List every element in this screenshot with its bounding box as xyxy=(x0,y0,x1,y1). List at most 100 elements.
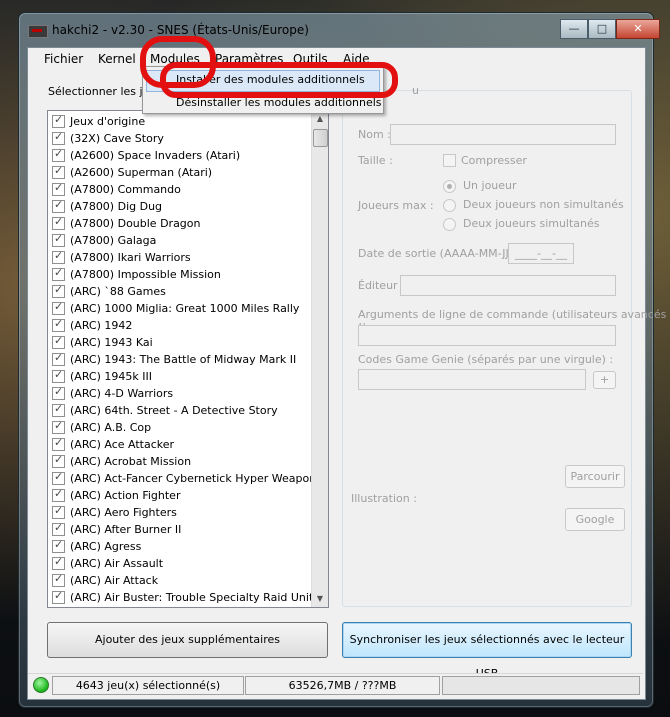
list-item[interactable]: (ARC) After Burner II xyxy=(52,521,181,538)
checkbox[interactable] xyxy=(52,453,65,468)
checkbox[interactable] xyxy=(52,334,65,349)
compress-label: Compresser xyxy=(461,154,527,167)
radio-two-players-sim[interactable] xyxy=(443,218,456,231)
list-item[interactable]: (ARC) Aero Fighters xyxy=(52,504,177,521)
checkbox[interactable] xyxy=(52,181,65,196)
list-scrollbar[interactable]: ▲ ▼ xyxy=(311,111,328,607)
radio-two-players-alt[interactable] xyxy=(443,199,456,212)
size-usage: 63526,7MB / ???MB xyxy=(245,676,440,695)
maximize-button[interactable]: □ xyxy=(588,19,616,39)
list-item[interactable]: (ARC) 1945k III xyxy=(52,368,152,385)
checkbox[interactable] xyxy=(52,113,65,128)
checkbox[interactable] xyxy=(52,521,65,536)
window-title: hakchi2 - v2.30 - SNES (États-Unis/Europ… xyxy=(52,23,309,37)
checkbox[interactable] xyxy=(52,504,65,519)
release-date-field[interactable]: ____-__-__ xyxy=(508,243,574,264)
list-item[interactable]: (ARC) Act-Fancer Cybernetick Hyper Weapo… xyxy=(52,470,316,487)
menu-kernel[interactable]: Kernel xyxy=(98,52,136,66)
genie-add-button[interactable]: + xyxy=(593,371,616,389)
scroll-thumb[interactable] xyxy=(313,129,328,147)
radio-one-player[interactable] xyxy=(443,180,456,193)
genie-label: Codes Game Genie (séparés par une virgul… xyxy=(358,353,614,366)
menu-fichier[interactable]: Fichier xyxy=(44,52,83,66)
checkbox[interactable] xyxy=(52,232,65,247)
radio-two-players-alt-label: Deux joueurs non simultanés xyxy=(463,198,624,211)
list-item[interactable]: (ARC) Air Buster: Trouble Specialty Raid… xyxy=(52,589,313,606)
checkbox[interactable] xyxy=(52,487,65,502)
publisher-label: Éditeur : xyxy=(358,279,405,292)
scroll-down-icon[interactable]: ▼ xyxy=(312,591,328,607)
checkbox[interactable] xyxy=(52,266,65,281)
name-label: Nom : xyxy=(358,128,391,141)
browse-button[interactable]: Parcourir xyxy=(565,465,625,488)
window-controls: — □ ✕ xyxy=(560,19,660,39)
checkbox[interactable] xyxy=(52,402,65,417)
name-field[interactable] xyxy=(390,124,616,145)
list-item[interactable]: (ARC) Air Attack xyxy=(52,572,158,589)
list-item[interactable]: (ARC) Air Assault xyxy=(52,555,163,572)
checkbox[interactable] xyxy=(52,147,65,162)
list-item[interactable]: (A7800) Commando xyxy=(52,181,181,198)
checkbox[interactable] xyxy=(52,572,65,587)
list-item[interactable]: (ARC) 1000 Miglia: Great 1000 Miles Rall… xyxy=(52,300,299,317)
list-item[interactable]: (ARC) 1943 Kai xyxy=(52,334,153,351)
list-item[interactable]: (ARC) Acrobat Mission xyxy=(52,453,191,470)
list-item[interactable]: (A2600) Space Invaders (Atari) xyxy=(52,147,240,164)
checkbox[interactable] xyxy=(52,470,65,485)
compress-checkbox[interactable] xyxy=(443,154,456,167)
list-item[interactable]: (A7800) Ikari Warriors xyxy=(52,249,191,266)
list-item[interactable]: (ARC) 1942 xyxy=(52,317,132,334)
checkbox[interactable] xyxy=(52,419,65,434)
checkbox[interactable] xyxy=(52,130,65,145)
selected-count: 4643 jeu(x) sélectionné(s) xyxy=(52,676,244,695)
list-item[interactable]: (A7800) Double Dragon xyxy=(52,215,201,232)
close-button[interactable]: ✕ xyxy=(616,19,660,39)
radio-two-players-sim-label: Deux joueurs simultanés xyxy=(463,217,600,230)
checkbox[interactable] xyxy=(52,436,65,451)
games-list-label: Sélectionner les jeu xyxy=(48,85,157,98)
progress-bar xyxy=(442,676,640,695)
minimize-button[interactable]: — xyxy=(560,19,588,39)
list-item[interactable]: (ARC) Agress xyxy=(52,538,141,555)
args-field[interactable] xyxy=(358,325,616,346)
list-item[interactable]: (ARC) 1943: The Battle of Midway Mark II xyxy=(52,351,296,368)
add-games-button[interactable]: Ajouter des jeux supplémentaires xyxy=(47,622,328,658)
list-item[interactable]: (32X) Cave Story xyxy=(52,130,164,147)
genie-field[interactable] xyxy=(358,369,586,390)
players-label: Joueurs max : xyxy=(358,199,434,212)
checkbox[interactable] xyxy=(52,538,65,553)
list-item[interactable]: (ARC) A.B. Cop xyxy=(52,419,151,436)
publisher-field[interactable] xyxy=(400,275,616,296)
checkbox[interactable] xyxy=(52,283,65,298)
checkbox[interactable] xyxy=(52,249,65,264)
list-item[interactable]: (A2600) Superman (Atari) xyxy=(52,164,212,181)
list-item[interactable]: (ARC) Ace Attacker xyxy=(52,436,174,453)
app-icon xyxy=(28,25,48,38)
list-item[interactable]: Jeux d'origine xyxy=(52,113,145,130)
checkbox[interactable] xyxy=(52,198,65,213)
checkbox[interactable] xyxy=(52,555,65,570)
illustration-label: Illustration : xyxy=(351,492,417,505)
games-list[interactable]: Jeux d'origine (32X) Cave Story (A2600) … xyxy=(47,110,329,608)
sync-button[interactable]: Synchroniser les jeux sélectionnés avec … xyxy=(342,622,632,680)
radio-one-player-label: Un joueur xyxy=(463,179,517,192)
checkbox[interactable] xyxy=(52,317,65,332)
checkbox[interactable] xyxy=(52,351,65,366)
checkbox[interactable] xyxy=(52,368,65,383)
list-item[interactable]: (A7800) Galaga xyxy=(52,232,156,249)
checkbox[interactable] xyxy=(52,164,65,179)
list-item[interactable]: (ARC) 4-D Warriors xyxy=(52,385,173,402)
list-item[interactable]: (A7800) Dig Dug xyxy=(52,198,162,215)
checkbox[interactable] xyxy=(52,385,65,400)
checkbox[interactable] xyxy=(52,589,65,604)
group-title: u xyxy=(412,84,419,97)
checkbox[interactable] xyxy=(52,215,65,230)
google-button[interactable]: Google xyxy=(565,508,625,531)
list-item[interactable]: (ARC) `88 Games xyxy=(52,283,166,300)
checkbox[interactable] xyxy=(52,300,65,315)
list-item[interactable]: (A7800) Impossible Mission xyxy=(52,266,221,283)
list-item[interactable]: (ARC) Action Fighter xyxy=(52,487,180,504)
list-item[interactable]: (ARC) 64th. Street - A Detective Story xyxy=(52,402,278,419)
release-date-label: Date de sortie (AAAA-MM-JJ) : xyxy=(358,247,521,260)
red-annotation-ellipse xyxy=(160,62,398,98)
